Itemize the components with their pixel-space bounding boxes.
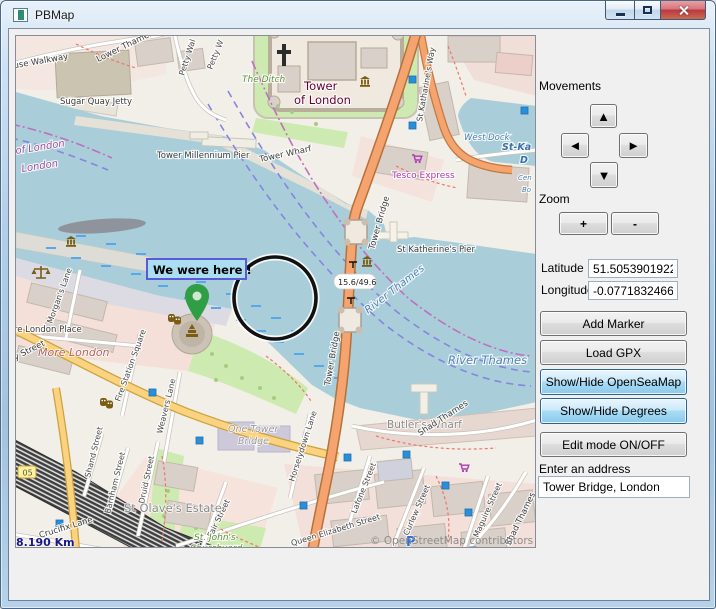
- map-label-the-ditch: The Ditch: [242, 75, 286, 85]
- client-area: 05 use Walkway Sugar Quay Jetty Lower Th…: [9, 29, 709, 600]
- map-label-river-thames-2: River Thames: [448, 353, 527, 367]
- maximize-button[interactable]: [634, 1, 661, 20]
- map-label-tesco: Tesco Express: [391, 171, 455, 181]
- zoom-in-button[interactable]: +: [559, 212, 608, 235]
- map-canvas[interactable]: 05 use Walkway Sugar Quay Jetty Lower Th…: [15, 35, 536, 548]
- latitude-label: Latitude: [541, 261, 584, 275]
- app-icon: [13, 8, 28, 22]
- address-label: Enter an address: [539, 462, 630, 476]
- movements-label: Movements: [539, 79, 601, 93]
- map-label-st-johns-2: Churchyard: [190, 544, 243, 548]
- road-ref-badge: 05: [18, 466, 36, 478]
- map-label-tower-of-london-2: of London: [294, 93, 351, 107]
- map-label-sugar-quay: Sugar Quay Jetty: [60, 97, 132, 107]
- edit-mode-button[interactable]: Edit mode ON/OFF: [540, 432, 687, 457]
- map-label-millennium-pier: Tower Millennium Pier: [156, 151, 250, 161]
- map-label-one-tower-1: One Tower: [228, 424, 279, 435]
- map-label-bo: Bo: [522, 186, 531, 194]
- latitude-input[interactable]: [588, 259, 678, 278]
- title-bar[interactable]: PBMap: [1, 1, 715, 29]
- load-gpx-button[interactable]: Load GPX: [540, 340, 687, 365]
- map-label-st-johns-1: St. John's: [194, 533, 236, 543]
- map-label-st-ka: St-Ka: [502, 142, 531, 153]
- map-label-st-ka-d: D: [520, 155, 528, 166]
- toggle-openseamap-button[interactable]: Show/Hide OpenSeaMap: [540, 369, 687, 395]
- add-marker-button[interactable]: Add Marker: [540, 311, 687, 336]
- marker-tooltip[interactable]: We were here !: [147, 259, 252, 279]
- move-right-button[interactable]: ►: [619, 133, 648, 158]
- bridge-clearance-text: 15.6/49.6: [338, 278, 376, 287]
- track-distance-label: 8.190 Km: [16, 536, 75, 548]
- map-label-one-tower-2: Bridge: [238, 436, 269, 447]
- marker-tooltip-text: We were here !: [153, 263, 252, 277]
- bridge-clearance-bubble: 15.6/49.6: [334, 274, 376, 289]
- maximize-icon: [643, 6, 652, 14]
- move-down-button[interactable]: ▼: [590, 162, 618, 188]
- map-label-more-london-place: re London Place: [16, 325, 82, 335]
- road-ref-text: 05: [23, 469, 33, 478]
- minimize-button[interactable]: [605, 1, 634, 20]
- longitude-label: Longitude: [541, 283, 594, 297]
- pbmap-window: PBMap: [0, 0, 716, 609]
- move-up-button[interactable]: ▲: [590, 104, 617, 128]
- close-button[interactable]: [661, 1, 706, 20]
- address-input[interactable]: [538, 476, 690, 498]
- minimize-icon: [616, 13, 625, 16]
- map-label-st-katherines-pier: St Katherine's Pier: [397, 245, 475, 255]
- map-label-cen: Cen: [518, 174, 532, 182]
- zoom-out-button[interactable]: -: [611, 212, 659, 235]
- move-left-button[interactable]: ◄: [561, 133, 589, 158]
- window-title: PBMap: [35, 8, 74, 22]
- toggle-degrees-button[interactable]: Show/Hide Degrees: [540, 398, 687, 424]
- map-label-more-london: More London: [38, 346, 110, 359]
- caption-buttons: [605, 1, 706, 20]
- map-svg: 05 use Walkway Sugar Quay Jetty Lower Th…: [16, 36, 536, 548]
- close-icon: [678, 5, 689, 16]
- map-label-st-olaves: St Olave's Estate: [124, 501, 222, 515]
- map-label-tower-of-london-1: Tower: [303, 79, 338, 93]
- osm-attribution: © OpenStreetMap contributors: [370, 535, 533, 547]
- zoom-label: Zoom: [539, 192, 570, 206]
- longitude-input[interactable]: [588, 281, 678, 300]
